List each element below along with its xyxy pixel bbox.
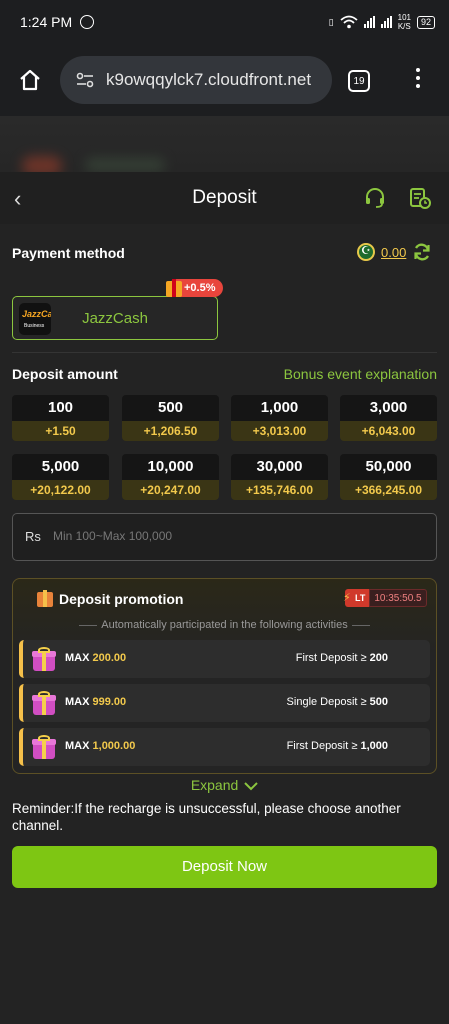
wifi-icon	[340, 15, 358, 29]
amount-option[interactable]: 50,000 +366,245.00	[340, 454, 437, 500]
currency-label: Rs	[25, 529, 41, 544]
home-icon[interactable]	[18, 68, 42, 92]
net-speed: 101 K/S	[397, 13, 411, 31]
status-bar: 1:24 PM ▯ 101 K/S 92	[0, 0, 449, 44]
amount-option[interactable]: 30,000 +135,746.00	[231, 454, 328, 500]
whatsapp-icon	[80, 15, 95, 29]
balance-display: 0.00	[357, 242, 432, 262]
blurred-background	[0, 116, 449, 172]
payment-method-name: JazzCash	[82, 310, 148, 327]
browser-bar: k9owqqylck7.cloudfront.net 19	[0, 44, 449, 116]
signal-icon-2	[380, 16, 392, 28]
promotion-row: MAX 200.00 First Deposit ≥ 200	[19, 640, 430, 678]
deposit-history-icon[interactable]	[408, 186, 432, 210]
refresh-icon[interactable]	[412, 242, 432, 262]
payment-method-jazzcash[interactable]: JazzCash Business JazzCash	[12, 296, 218, 340]
reminder-text: Reminder:If the recharge is unsuccessful…	[12, 801, 401, 833]
amount-placeholder: Min 100~Max 100,000	[53, 529, 173, 543]
deposit-now-button[interactable]: Deposit Now	[12, 846, 437, 888]
gift-icon	[166, 279, 182, 297]
balance-value[interactable]: 0.00	[381, 245, 406, 260]
signal-icon	[363, 16, 375, 28]
deposit-promotion-panel: Deposit promotion LT 10:35:50.5 Automati…	[12, 578, 437, 774]
chevron-down-icon	[244, 782, 258, 791]
promotion-title: Deposit promotion	[59, 591, 184, 607]
gift-box-icon	[32, 735, 56, 759]
amount-option[interactable]: 1,000 +3,013.00	[231, 395, 328, 441]
countdown-timer: 10:35:50.5	[369, 589, 427, 607]
promotion-row: MAX 999.00 Single Deposit ≥ 500	[19, 684, 430, 722]
url-text: k9owqqylck7.cloudfront.net	[106, 70, 312, 89]
amount-input[interactable]: Rs Min 100~Max 100,000	[12, 513, 437, 561]
customer-service-icon[interactable]	[363, 186, 387, 210]
status-time: 1:24 PM	[20, 14, 73, 30]
pakistan-flag-icon	[357, 243, 375, 261]
payment-method-label: Payment method	[12, 245, 125, 261]
divider	[12, 352, 437, 353]
vibrate-icon: ▯	[328, 16, 334, 27]
deposit-amount-label: Deposit amount	[12, 366, 118, 382]
lt-label: LT	[343, 589, 370, 607]
gift-box-icon	[32, 647, 56, 671]
expand-button[interactable]: Expand	[0, 777, 449, 793]
amount-option[interactable]: 5,000 +20,122.00	[12, 454, 109, 500]
tab-switcher-button[interactable]: 19	[348, 70, 370, 92]
limited-time-badge: LT 10:35:50.5	[343, 589, 427, 607]
promotion-gift-icon	[37, 590, 53, 607]
page-header: ‹ Deposit	[0, 172, 449, 224]
amount-option[interactable]: 3,000 +6,043.00	[340, 395, 437, 441]
site-settings-icon[interactable]	[76, 72, 94, 88]
bonus-event-explanation-link[interactable]: Bonus event explanation	[284, 366, 437, 382]
browser-menu-icon[interactable]	[416, 68, 420, 92]
auto-participation-note: Automatically participated in the follow…	[13, 619, 436, 631]
url-bar[interactable]: k9owqqylck7.cloudfront.net	[60, 56, 332, 104]
promotion-row: MAX 1,000.00 First Deposit ≥ 1,000	[19, 728, 430, 766]
battery-indicator: 92	[416, 15, 435, 29]
amount-option[interactable]: 500 +1,206.50	[122, 395, 219, 441]
amount-option[interactable]: 10,000 +20,247.00	[122, 454, 219, 500]
gift-box-icon	[32, 691, 56, 715]
amount-option[interactable]: 100 +1.50	[12, 395, 109, 441]
